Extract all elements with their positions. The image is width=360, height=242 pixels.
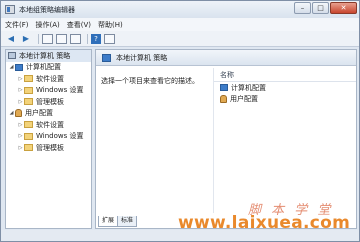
user-icon <box>15 109 22 118</box>
details-header-title: 本地计算机 策略 <box>116 53 168 62</box>
details-header: 本地计算机 策略 <box>96 50 356 66</box>
properties-icon[interactable] <box>56 33 67 44</box>
collapse-arrow-icon[interactable]: ◢ <box>8 110 15 116</box>
folder-icon <box>24 75 33 83</box>
tree-label: 管理模板 <box>36 97 64 106</box>
column-header-name[interactable]: 名称 <box>214 68 356 82</box>
details-list: 名称 计算机配置 用户配置 <box>213 68 356 213</box>
tab-standard[interactable]: 标准 <box>117 216 138 227</box>
tree-item-user-software[interactable]: ▷ 软件设置 <box>6 119 91 131</box>
watermark-url: www.laixuea.com <box>178 213 351 233</box>
forward-arrow-icon[interactable]: ▶ <box>20 33 32 44</box>
tree-item-root[interactable]: 本地计算机 策略 <box>6 50 91 62</box>
show-hide-tree-icon[interactable] <box>42 33 53 44</box>
tree-label: 软件设置 <box>36 120 64 129</box>
close-button[interactable]: ✕ <box>330 2 357 14</box>
tree-label: Windows 设置 <box>36 132 84 141</box>
tree-label: 软件设置 <box>36 74 64 83</box>
policy-computer-icon <box>8 52 16 60</box>
expand-arrow-icon[interactable]: ▷ <box>17 133 24 139</box>
collapse-arrow-icon[interactable]: ◢ <box>8 64 15 70</box>
tree-item-user-windows[interactable]: ▷ Windows 设置 <box>6 131 91 143</box>
computer-icon <box>15 63 23 71</box>
tree-item-computer-windows[interactable]: ▷ Windows 设置 <box>6 85 91 97</box>
menu-view[interactable]: 查看(V) <box>67 20 91 30</box>
folder-icon <box>24 121 33 129</box>
tree-label: 管理模板 <box>36 143 64 152</box>
tree-root-label: 本地计算机 策略 <box>19 51 71 60</box>
tree-label: Windows 设置 <box>36 86 84 95</box>
list-item-label: 用户配置 <box>230 94 258 103</box>
menu-help[interactable]: 帮助(H) <box>98 20 123 30</box>
menu-file[interactable]: 文件(F) <box>5 20 29 30</box>
tab-extended[interactable]: 扩展 <box>98 216 119 227</box>
tree-label: 计算机配置 <box>26 63 61 72</box>
list-item-label: 计算机配置 <box>231 83 266 92</box>
toolbar-separator <box>38 33 39 44</box>
description-text: 选择一个项目来查看它的描述。 <box>101 77 199 85</box>
toolbar: ◀ ▶ ? <box>1 31 359 47</box>
folder-icon <box>24 98 33 106</box>
menu-bar: 文件(F) 操作(A) 查看(V) 帮助(H) <box>1 18 359 31</box>
help-icon[interactable]: ? <box>91 33 101 44</box>
menu-action[interactable]: 操作(A) <box>36 20 60 30</box>
window-controls: – □ ✕ <box>293 2 357 14</box>
tree-item-user-config[interactable]: ◢ 用户配置 <box>6 108 91 120</box>
folder-icon <box>24 86 33 94</box>
user-icon <box>220 94 227 103</box>
minimize-button[interactable]: – <box>294 2 311 14</box>
gpedit-app-icon <box>5 5 15 14</box>
back-arrow-icon[interactable]: ◀ <box>5 33 17 44</box>
list-item[interactable]: 计算机配置 <box>214 82 356 93</box>
computer-icon <box>102 53 111 62</box>
tree-item-computer-admin[interactable]: ▷ 管理模板 <box>6 96 91 108</box>
folder-icon <box>24 132 33 140</box>
expand-arrow-icon[interactable]: ▷ <box>17 122 24 128</box>
navigation-tree: 本地计算机 策略 ◢ 计算机配置 ▷ 软件设置 ▷ Windows 设置 ▷ 管… <box>5 49 92 229</box>
tree-item-computer-config[interactable]: ◢ 计算机配置 <box>6 62 91 74</box>
show-action-pane-icon[interactable] <box>104 33 115 44</box>
export-list-icon[interactable] <box>70 33 81 44</box>
computer-icon <box>220 84 228 91</box>
expand-arrow-icon[interactable]: ▷ <box>17 87 24 93</box>
maximize-button[interactable]: □ <box>312 2 329 14</box>
title-bar: 本地组策略编辑器 – □ ✕ <box>1 1 359 18</box>
folder-icon <box>24 144 33 152</box>
tree-item-computer-software[interactable]: ▷ 软件设置 <box>6 73 91 85</box>
tree-label: 用户配置 <box>25 109 53 118</box>
toolbar-separator <box>87 33 88 44</box>
expand-arrow-icon[interactable]: ▷ <box>17 99 24 105</box>
tree-item-user-admin[interactable]: ▷ 管理模板 <box>6 142 91 154</box>
expand-arrow-icon[interactable]: ▷ <box>17 145 24 151</box>
list-item[interactable]: 用户配置 <box>214 93 356 104</box>
window-title: 本地组策略编辑器 <box>19 5 75 14</box>
view-tabs: 扩展 标准 <box>98 216 138 227</box>
expand-arrow-icon[interactable]: ▷ <box>17 76 24 82</box>
